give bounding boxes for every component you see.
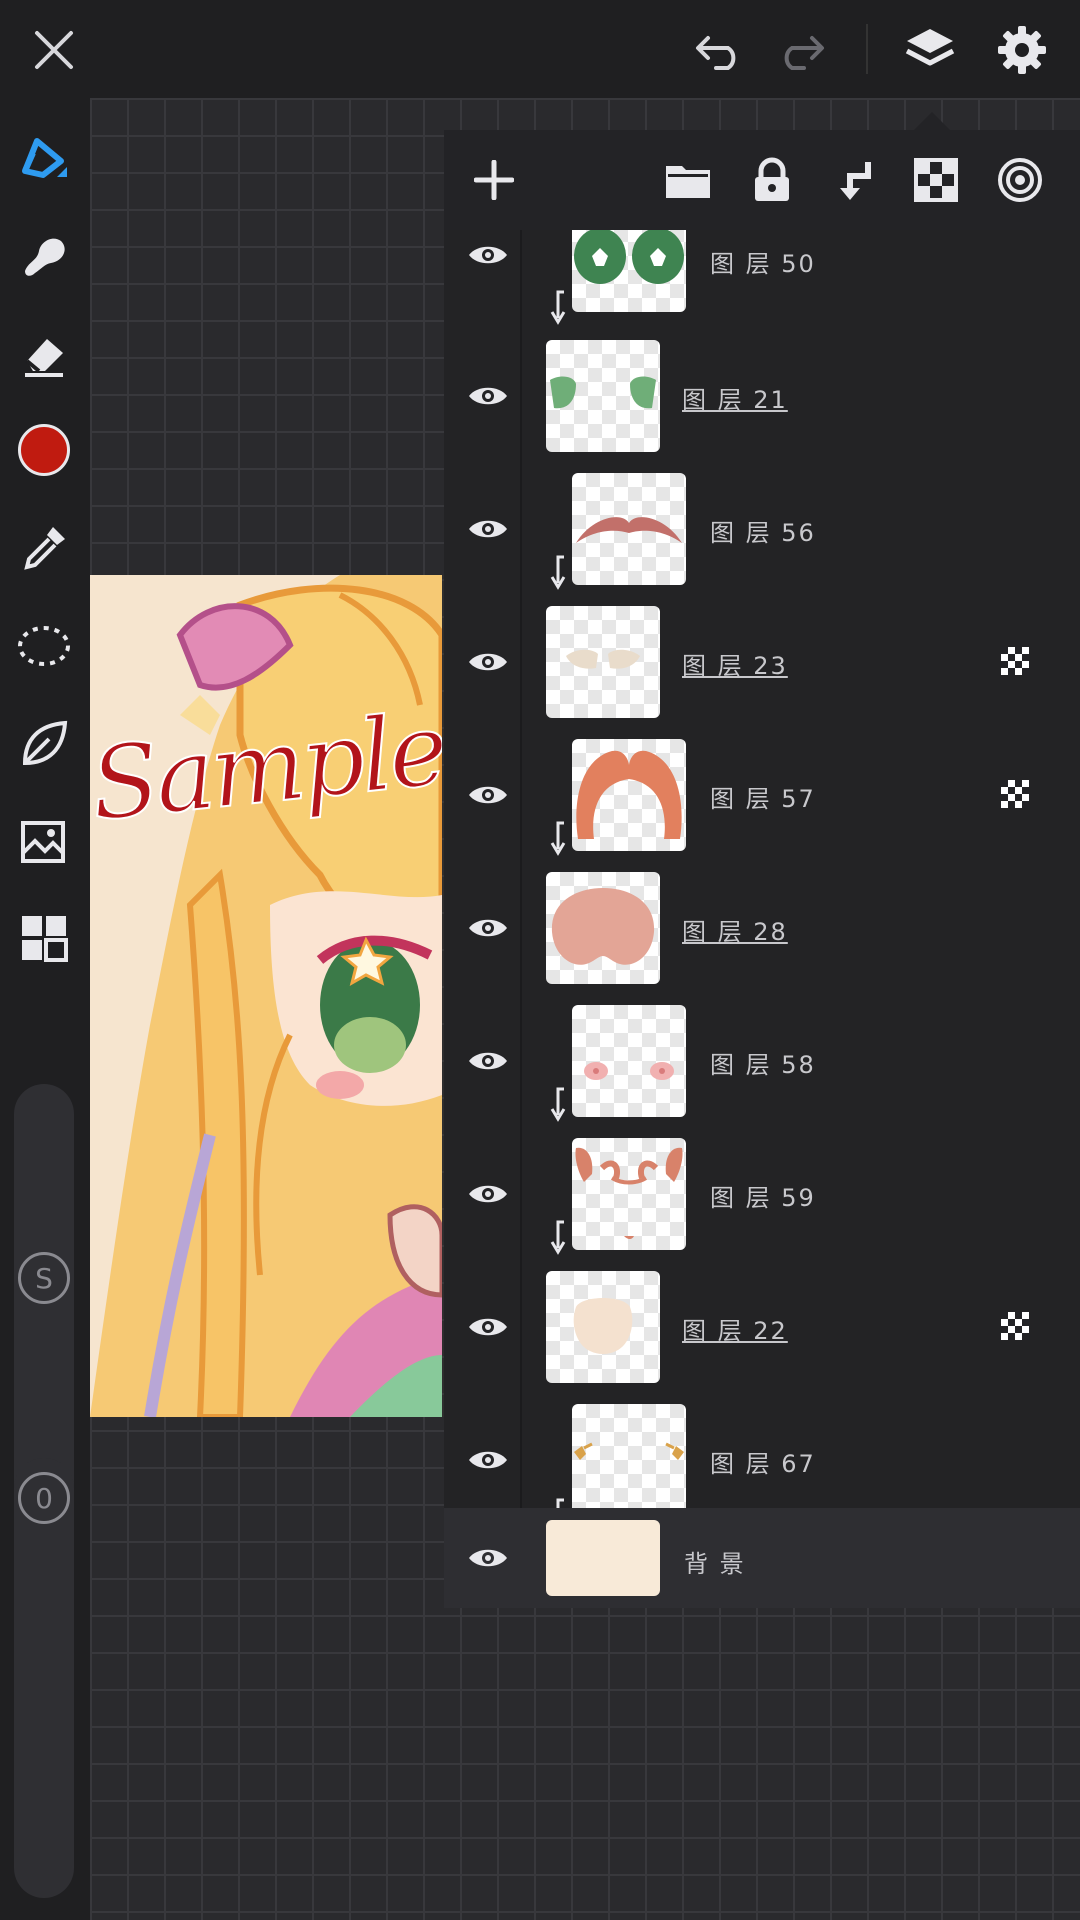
layer-name: 图 层 57 — [710, 785, 816, 813]
layer-row-59[interactable]: 图 层 59 — [444, 1128, 1080, 1263]
leaf-icon[interactable] — [14, 714, 74, 774]
layer-row-28[interactable]: 图 层 28 — [444, 862, 1080, 997]
visibility-eye-icon[interactable] — [458, 1528, 518, 1588]
layer-row-67[interactable]: 图 层 67 — [444, 1394, 1080, 1508]
background-color-thumbnail[interactable] — [546, 1520, 660, 1596]
smudge-icon[interactable] — [14, 226, 74, 286]
layer-name: 图 层 56 — [710, 519, 816, 547]
visibility-eye-icon[interactable] — [458, 1031, 518, 1091]
close-icon[interactable] — [24, 20, 84, 80]
layer-thumbnail — [546, 340, 660, 452]
visibility-eye-icon[interactable] — [458, 765, 518, 825]
visibility-eye-icon[interactable] — [458, 1297, 518, 1357]
layer-row-background[interactable]: 背 景 — [444, 1508, 1080, 1608]
opacity-slider-label: 0 — [35, 1481, 53, 1515]
clip-arrow-icon — [544, 1087, 568, 1127]
layer-row-23[interactable]: 图 层 23 — [444, 596, 1080, 731]
undo-icon[interactable] — [690, 20, 750, 80]
layer-name: 图 层 59 — [710, 1184, 816, 1212]
clip-arrow-icon — [544, 1498, 568, 1508]
artwork-canvas[interactable]: Sample. — [90, 575, 442, 1417]
clip-arrow-icon — [544, 290, 568, 330]
row-divider — [520, 1128, 522, 1261]
grid-menu-icon[interactable] — [14, 908, 74, 968]
alpha-lock-icon[interactable] — [906, 150, 966, 210]
row-divider — [520, 596, 522, 729]
left-toolbar: S 0 — [0, 98, 88, 1920]
layer-thumbnail — [572, 1005, 686, 1117]
layer-row-22[interactable]: 图 层 22 — [444, 1261, 1080, 1396]
toolbar-divider — [866, 24, 868, 74]
layer-name: 图 层 58 — [710, 1051, 816, 1079]
clip-arrow-icon — [544, 821, 568, 861]
layer-name: 图 层 22 — [682, 1317, 788, 1345]
layer-row-57[interactable]: 图 层 57 — [444, 729, 1080, 864]
visibility-eye-icon[interactable] — [458, 499, 518, 559]
color-swatch[interactable] — [14, 420, 74, 480]
clip-arrow-icon — [544, 1220, 568, 1260]
image-import-icon[interactable] — [14, 812, 74, 872]
row-divider — [520, 230, 522, 330]
layer-row-58[interactable]: 图 层 58 — [444, 995, 1080, 1130]
layer-thumbnail — [572, 1138, 686, 1250]
visibility-eye-icon[interactable] — [458, 230, 518, 285]
layer-thumbnail — [572, 230, 686, 312]
clip-mask-icon[interactable] — [824, 150, 884, 210]
layer-panel-pointer — [914, 112, 950, 130]
layers-icon[interactable] — [898, 18, 962, 82]
layer-thumbnail — [572, 739, 686, 851]
layer-name: 图 层 21 — [682, 386, 788, 414]
redo-icon[interactable] — [770, 20, 830, 80]
opacity-slider-handle[interactable]: 0 — [18, 1472, 70, 1524]
visibility-eye-icon[interactable] — [458, 1430, 518, 1490]
gear-icon[interactable] — [990, 18, 1054, 82]
folder-icon[interactable] — [658, 150, 718, 210]
lasso-icon[interactable] — [14, 616, 74, 676]
layer-name: 背 景 — [684, 1550, 746, 1578]
size-slider-label: S — [35, 1261, 53, 1295]
layer-name: 图 层 28 — [682, 918, 788, 946]
layer-thumbnail — [546, 1271, 660, 1383]
layer-list: 图 层 50 图 层 21 图 层 56 图 层 23 图 层 57 图 层 2… — [444, 230, 1080, 1508]
visibility-eye-icon[interactable] — [458, 366, 518, 426]
layer-panel-header — [444, 130, 1080, 230]
brush-size-slider[interactable]: S — [14, 1084, 74, 1514]
row-divider — [520, 729, 522, 862]
layer-row-56[interactable]: 图 层 56 — [444, 463, 1080, 598]
eyedropper-icon[interactable] — [14, 518, 74, 578]
eraser-icon[interactable] — [14, 324, 74, 384]
lock-icon[interactable] — [742, 150, 802, 210]
layer-name: 图 层 67 — [710, 1450, 816, 1478]
layer-thumbnail — [546, 872, 660, 984]
layer-thumbnail — [546, 606, 660, 718]
row-divider — [520, 862, 522, 995]
row-divider — [520, 1261, 522, 1394]
add-layer-icon[interactable] — [464, 150, 524, 210]
layer-row-50[interactable]: 图 层 50 — [444, 230, 1080, 332]
row-divider — [520, 995, 522, 1128]
layer-thumbnail — [572, 1404, 686, 1508]
primary-color-circle[interactable] — [18, 424, 70, 476]
layer-name: 图 层 50 — [710, 250, 816, 278]
row-divider — [520, 330, 522, 463]
clip-arrow-icon — [544, 555, 568, 595]
layer-name: 图 层 23 — [682, 652, 788, 680]
top-bar — [0, 0, 1080, 98]
alpha-lock-indicator-icon — [1000, 779, 1030, 809]
alpha-lock-indicator-icon — [1000, 646, 1030, 676]
pen-icon[interactable] — [14, 128, 74, 188]
visibility-eye-icon[interactable] — [458, 632, 518, 692]
row-divider — [520, 463, 522, 596]
layer-row-21[interactable]: 图 层 21 — [444, 330, 1080, 465]
blend-mode-icon[interactable] — [990, 150, 1050, 210]
size-slider-handle[interactable]: S — [18, 1252, 70, 1304]
visibility-eye-icon[interactable] — [458, 898, 518, 958]
row-divider — [520, 1394, 522, 1508]
layer-thumbnail — [572, 473, 686, 585]
visibility-eye-icon[interactable] — [458, 1164, 518, 1224]
alpha-lock-indicator-icon — [1000, 1311, 1030, 1341]
opacity-slider[interactable]: 0 — [14, 1458, 74, 1898]
